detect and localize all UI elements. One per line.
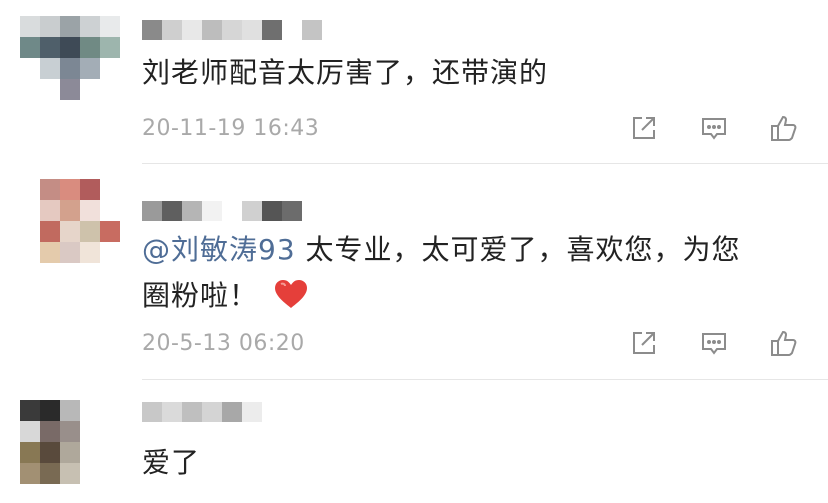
username[interactable]: [142, 402, 262, 422]
divider: [142, 163, 828, 164]
comment-actions: [628, 112, 800, 144]
mention-link[interactable]: @刘敏涛93: [142, 233, 296, 266]
comment-text: 刘老师配音太厉害了，还带演的: [142, 56, 549, 89]
comment-item: @刘敏涛93 太专业，太可爱了，喜欢您，为您 圈粉啦！ 20-5-13 06:2…: [0, 165, 828, 380]
username[interactable]: [142, 201, 302, 221]
avatar[interactable]: [20, 16, 120, 100]
share-icon[interactable]: [628, 112, 660, 144]
comment-actions: [628, 327, 800, 359]
comment-item: 爱了: [0, 380, 828, 503]
comment-text: 爱了: [142, 446, 201, 479]
avatar[interactable]: [20, 400, 120, 484]
comment-item: 刘老师配音太厉害了，还带演的 20-11-19 16:43: [0, 0, 828, 165]
share-icon[interactable]: [628, 327, 660, 359]
comment-icon[interactable]: [698, 112, 730, 144]
avatar[interactable]: [20, 179, 120, 263]
like-icon[interactable]: [768, 327, 800, 359]
comment-icon[interactable]: [698, 327, 730, 359]
comment-text-line2: 圈粉啦！: [142, 279, 259, 312]
comment-timestamp: 20-11-19 16:43: [142, 116, 320, 141]
heart-emoji-icon: [274, 277, 308, 323]
comment-timestamp: 20-5-13 06:20: [142, 331, 305, 356]
comment-text-line1: 太专业，太可爱了，喜欢您，为您: [305, 233, 741, 266]
username[interactable]: [142, 20, 322, 40]
like-icon[interactable]: [768, 112, 800, 144]
comment-text: @刘敏涛93 太专业，太可爱了，喜欢您，为您 圈粉啦！: [142, 227, 802, 323]
